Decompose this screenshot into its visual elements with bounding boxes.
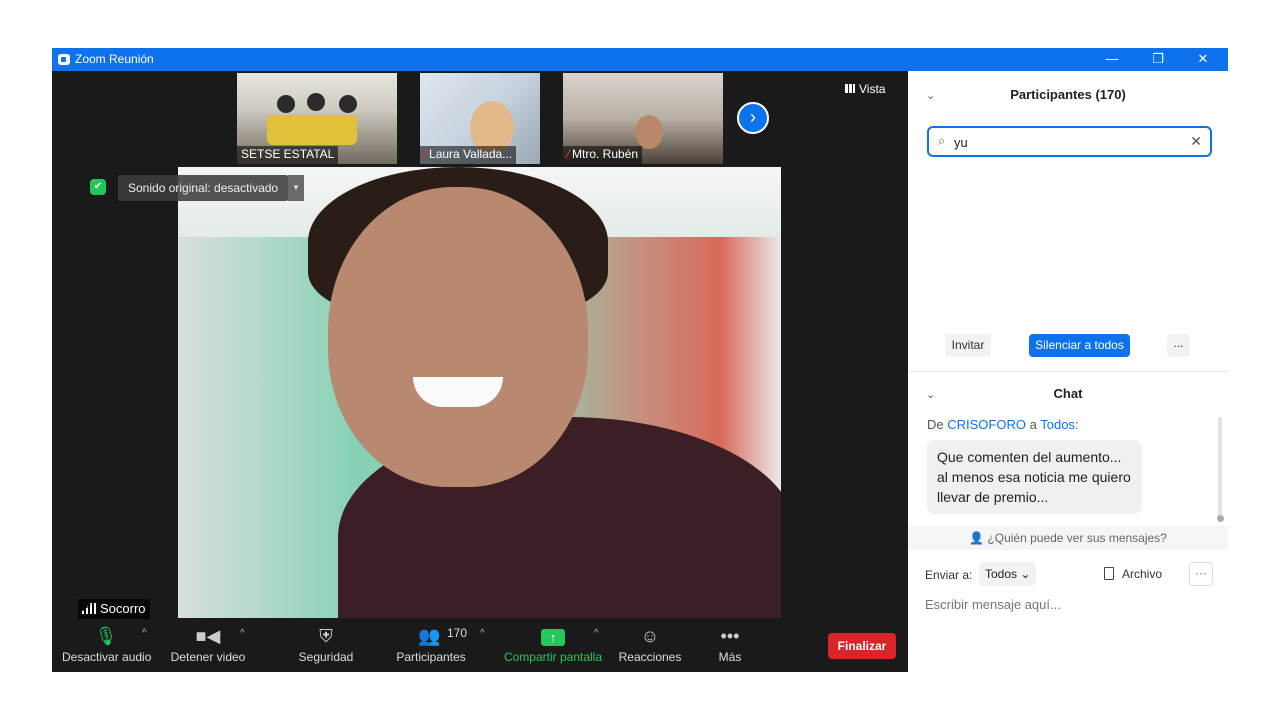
end-meeting-button[interactable]: Finalizar — [828, 633, 896, 659]
thumbnail-name: ⁄ Mtro. Rubén — [563, 146, 643, 164]
clear-search-icon[interactable]: ✕ — [1190, 133, 1202, 150]
participants-more-button[interactable]: ... — [1167, 334, 1190, 357]
person-shield-icon: 👤 — [969, 531, 985, 545]
participant-thumbnail[interactable]: ⁄ Laura Vallada... — [420, 73, 540, 164]
window-title: Zoom Reunión — [75, 52, 154, 66]
send-to-label: Enviar a: — [925, 568, 973, 582]
mute-all-button[interactable]: Silenciar a todos — [1029, 334, 1130, 357]
side-panel: ⌄ Participantes (170) ⌕ ✕ Invitar Silenc… — [908, 71, 1228, 672]
smiley-icon: ☺ — [640, 626, 660, 646]
grid-icon — [845, 84, 855, 93]
mute-audio-button[interactable]: 🎙 Desactivar audio — [62, 624, 151, 664]
yellow-shirts — [267, 115, 357, 145]
chat-message-header: De CRISOFORO a Todos: — [927, 417, 1079, 432]
muted-mic-icon: ⁄ — [424, 147, 427, 161]
microphone-icon: 🎙 — [94, 626, 118, 646]
chat-title: Chat — [1053, 386, 1083, 401]
participants-count: 170 — [447, 626, 468, 640]
file-button[interactable]: Archivo — [1104, 567, 1162, 581]
speaker-face — [328, 187, 588, 487]
chevron-up-icon[interactable]: ^ — [240, 628, 245, 639]
document-icon — [1104, 567, 1114, 580]
chevron-up-icon[interactable]: ^ — [594, 628, 599, 639]
send-to-select[interactable]: Todos ⌄ — [979, 562, 1037, 586]
thumbnail-name: SETSE ESTATAL — [237, 146, 339, 164]
participant-thumbnail[interactable]: ⁄ Mtro. Rubén — [563, 73, 723, 164]
view-button[interactable]: Vista — [845, 82, 885, 96]
stop-video-button[interactable]: ■◀ Detener video — [170, 624, 246, 664]
minimize-button[interactable]: — — [1089, 48, 1135, 71]
chat-message: Que comenten del aumento... al menos esa… — [927, 440, 1142, 514]
share-screen-button[interactable]: ↑ Compartir pantalla — [502, 624, 604, 664]
chat-more-button[interactable]: ··· — [1189, 562, 1213, 586]
restore-button[interactable]: ❐ — [1135, 48, 1181, 71]
zoom-window: Zoom Reunión — ❐ ✕ SETSE ESTATAL ⁄ Laura … — [52, 48, 1228, 672]
person-figure — [635, 115, 663, 149]
video-camera-icon: ■◀ — [195, 626, 221, 646]
security-button[interactable]: ⛨ Seguridad — [296, 624, 356, 664]
search-input[interactable] — [954, 133, 1184, 151]
chat-scrollbar[interactable] — [1218, 417, 1222, 517]
chevron-down-icon[interactable]: ▼ — [288, 175, 304, 201]
person-figure — [339, 95, 357, 113]
encryption-shield-icon[interactable]: ✔ — [90, 179, 106, 195]
meeting-toolbar: 🎙 Desactivar audio ^ ■◀ Detener video ^ … — [52, 620, 908, 672]
search-icon: ⌕ — [938, 133, 946, 148]
participants-title: Participantes (170) — [1010, 87, 1126, 102]
message-visibility-info[interactable]: 👤 ¿Quién puede ver sus mensajes? — [908, 526, 1228, 550]
divider — [908, 371, 1228, 372]
chevron-up-icon[interactable]: ^ — [480, 628, 485, 639]
close-window-button[interactable]: ✕ — [1180, 48, 1226, 71]
person-figure — [307, 93, 325, 111]
chevron-down-icon: ⌄ — [1020, 567, 1031, 581]
chat-sender[interactable]: CRISOFORO — [947, 417, 1026, 432]
chat-recipient[interactable]: Todos — [1040, 417, 1075, 432]
scroll-handle[interactable] — [1217, 515, 1224, 522]
participant-search[interactable]: ⌕ ✕ — [927, 126, 1212, 157]
chat-message-input[interactable] — [925, 593, 1215, 615]
speaker-name-tag: Socorro — [78, 599, 150, 619]
invite-button[interactable]: Invitar — [945, 334, 991, 357]
share-screen-icon: ↑ — [502, 624, 604, 648]
more-dots-icon: ••• — [720, 626, 740, 646]
original-sound-toggle[interactable]: Sonido original: desactivado — [118, 175, 289, 201]
reactions-button[interactable]: ☺ Reacciones — [618, 624, 682, 664]
more-button[interactable]: ••• Más — [710, 624, 750, 664]
shield-icon: ⛨ — [319, 626, 333, 646]
next-page-arrow-icon[interactable]: › — [737, 102, 769, 134]
title-bar: Zoom Reunión — ❐ ✕ — [52, 48, 1228, 71]
zoom-app-icon — [58, 54, 70, 65]
active-speaker-video — [178, 167, 781, 618]
video-area: SETSE ESTATAL ⁄ Laura Vallada... ⁄ Mtro. R… — [52, 71, 908, 620]
participant-thumbnail[interactable]: SETSE ESTATAL — [237, 73, 397, 164]
chevron-up-icon[interactable]: ^ — [142, 628, 147, 639]
thumbnail-name: ⁄ Laura Vallada... — [420, 146, 517, 164]
muted-mic-icon: ⁄ — [567, 147, 570, 161]
person-figure — [277, 95, 295, 113]
signal-strength-icon — [82, 603, 96, 614]
